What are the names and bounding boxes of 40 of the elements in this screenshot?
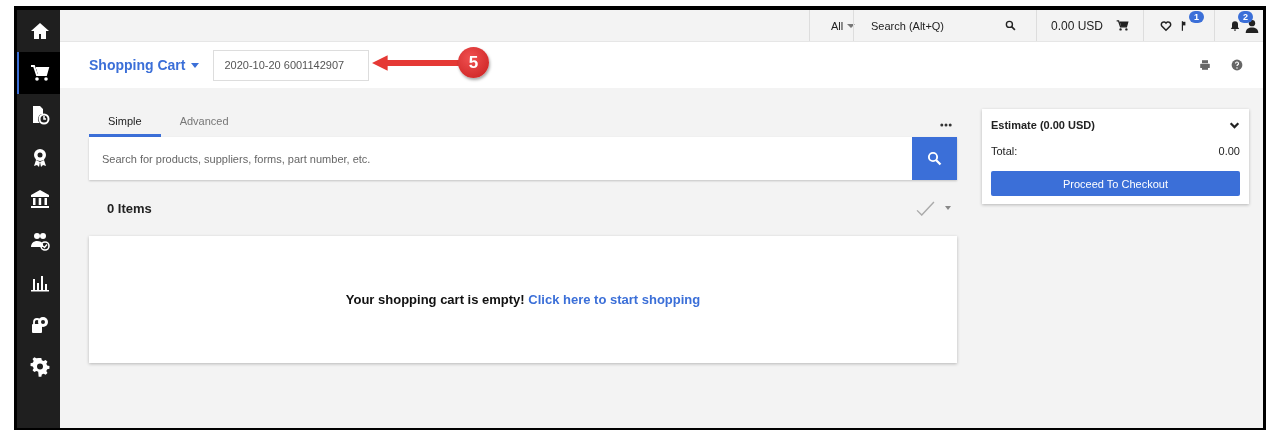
lock-gear-icon [29, 315, 50, 335]
product-search-field[interactable]: Search for products, suppliers, forms, part number, etc. [89, 137, 957, 180]
bell-icon[interactable] [1229, 19, 1241, 32]
search-button[interactable] [912, 137, 957, 180]
arrow-icon [372, 54, 460, 71]
cart-name-field[interactable]: 2020-10-20 6001142907 [213, 49, 370, 81]
settings-icon [29, 357, 50, 377]
notification-badge: 2 [1238, 10, 1253, 23]
search-icon[interactable] [1004, 20, 1016, 31]
people-icon [29, 231, 50, 251]
cart-icon [29, 63, 50, 83]
more-icon[interactable] [940, 123, 952, 127]
cart-menu[interactable]: Shopping Cart [89, 57, 200, 73]
total-label: Total: [991, 145, 1018, 157]
search-tab[interactable]: Advanced [160, 115, 248, 137]
help-icon[interactable] [1231, 59, 1243, 71]
estimate-title: Estimate (0.00 USD) [991, 119, 1095, 131]
sidebar-item[interactable] [17, 52, 60, 94]
print-icon[interactable] [1199, 59, 1211, 71]
check-icon[interactable] [916, 200, 935, 216]
search-icon [927, 151, 942, 166]
notification-badge: 1 [1189, 10, 1204, 23]
user-icon[interactable] [1245, 18, 1259, 33]
start-shopping-link[interactable]: Click here to start shopping [528, 292, 701, 307]
step-badge: 5 [458, 47, 489, 78]
bank-icon [29, 189, 50, 209]
caret-icon[interactable] [945, 206, 951, 210]
total-value: 0.00 [1218, 145, 1240, 157]
cart-total[interactable]: 0.00 USD [1050, 18, 1103, 33]
global-search-field[interactable]: Search (Alt+Q) [853, 10, 999, 41]
item-count: 0 Items [107, 200, 152, 216]
caret-icon [847, 23, 856, 28]
cart-icon[interactable] [1116, 19, 1129, 32]
bar-chart-icon [29, 273, 50, 293]
scope-dropdown[interactable]: All [808, 10, 853, 41]
heart-icon[interactable] [1160, 19, 1172, 32]
empty-cart-message: Your shopping cart is empty! Click here to start shopping [345, 292, 701, 307]
checkout-button[interactable]: Proceed To Checkout [991, 171, 1240, 196]
caret-icon [191, 62, 200, 68]
home-icon [29, 21, 50, 41]
